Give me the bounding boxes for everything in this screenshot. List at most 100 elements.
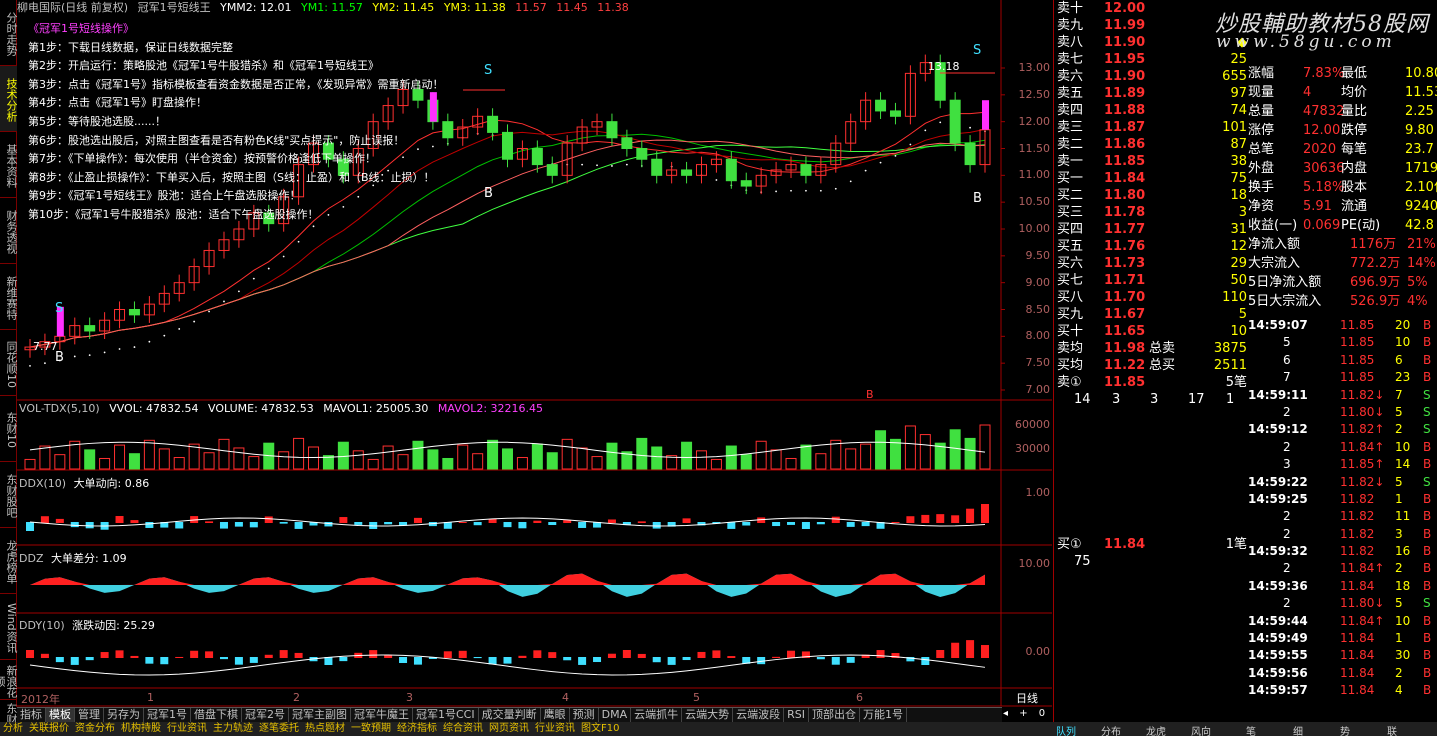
- vol-bar-23: [367, 458, 379, 470]
- bid-row-6[interactable]: 买七 11.71 50: [1054, 272, 1247, 289]
- footer-item-7[interactable]: 热点题材: [302, 722, 348, 736]
- footer-item-1[interactable]: 关联报价: [26, 722, 72, 736]
- template-tab-19[interactable]: 万能1号: [860, 708, 907, 722]
- ddx-bar-15: [249, 522, 258, 528]
- footer-item-13[interactable]: 图文F10: [578, 722, 622, 736]
- template-tab-0[interactable]: 指标: [17, 708, 46, 722]
- right-tab-4[interactable]: 笔: [1246, 723, 1256, 736]
- template-tab-17[interactable]: RSI: [784, 708, 809, 722]
- ask-price: 11.87: [1104, 120, 1146, 135]
- template-tab-11[interactable]: 鹰眼: [541, 708, 570, 722]
- stat-row-12: 5日大宗流入 526.9万 4%: [1245, 292, 1437, 311]
- footer-item-9[interactable]: 经济指标: [394, 722, 440, 736]
- bid-row-8[interactable]: 买九 11.67 5: [1054, 306, 1247, 323]
- template-tab-3[interactable]: 另存为: [104, 708, 144, 722]
- tape-row-12: 2 11.82 3 B: [1245, 526, 1437, 543]
- footer-item-11[interactable]: 网页资讯: [486, 722, 532, 736]
- scroll-buttons[interactable]: ◂ + 0: [1003, 708, 1051, 722]
- buy1-label: 买①: [1057, 537, 1082, 552]
- right-tab-7[interactable]: 联: [1387, 723, 1397, 736]
- right-tab-5[interactable]: 细: [1293, 723, 1303, 736]
- tape-14-3: B: [1423, 561, 1432, 576]
- right-tab-0[interactable]: 队列: [1056, 723, 1076, 736]
- footer-item-6[interactable]: 逐笔委托: [256, 722, 302, 736]
- footer-item-3[interactable]: 机构持股: [118, 722, 164, 736]
- scroll-zero[interactable]: 0: [1039, 708, 1045, 719]
- bid-row-7[interactable]: 买八 11.70 110: [1054, 289, 1247, 306]
- footer-item-10[interactable]: 综合资讯: [440, 722, 486, 736]
- tape-0-3: B: [1423, 318, 1432, 332]
- stat-12-0: 5日大宗流入: [1248, 294, 1322, 309]
- bid-row-1[interactable]: 买二 11.80 18: [1054, 187, 1247, 204]
- template-tab-4[interactable]: 冠军1号: [144, 708, 191, 722]
- right-tab-2[interactable]: 龙虎: [1146, 723, 1166, 736]
- template-tab-7[interactable]: 冠军主副图: [289, 708, 351, 722]
- stat-row-6: 换手5.18%股本2.10亿: [1245, 178, 1437, 197]
- period-label[interactable]: 日线: [1003, 690, 1051, 706]
- template-tab-8[interactable]: 冠军牛魔王: [351, 708, 413, 722]
- ask-row-9[interactable]: 卖一 11.85 38: [1054, 153, 1247, 170]
- template-tab-18[interactable]: 顶部出仓: [809, 708, 860, 722]
- high-label: 13.18: [928, 60, 960, 73]
- template-tab-15[interactable]: 云端大势: [682, 708, 734, 722]
- footer-item-5[interactable]: 主力轨迹: [210, 722, 256, 736]
- ask-row-6[interactable]: 卖四 11.88 74: [1054, 102, 1247, 119]
- footer-item-4[interactable]: 行业资讯: [164, 722, 210, 736]
- template-tab-16[interactable]: 云端波段: [733, 708, 785, 722]
- bid-price: 11.76: [1104, 239, 1146, 254]
- ask-row-3[interactable]: 卖七 11.95 25: [1054, 51, 1247, 68]
- template-tab-5[interactable]: 借盘下棋: [191, 708, 242, 722]
- trail-dot-63: [969, 126, 971, 129]
- ddx-bar-32: [503, 522, 512, 528]
- bid-row-2[interactable]: 买三 11.78 3: [1054, 204, 1247, 221]
- template-tab-9[interactable]: 冠军1号CCI: [413, 708, 479, 722]
- trail-dot-14: [238, 290, 240, 293]
- bid-row-3[interactable]: 买四 11.77 31: [1054, 221, 1247, 238]
- candle-47: [725, 158, 737, 182]
- trail-dot-8: [148, 340, 151, 343]
- right-tab-3[interactable]: 风向: [1191, 723, 1211, 736]
- trail-dot-40: [625, 163, 628, 166]
- template-tab-10[interactable]: 成交量判断: [479, 708, 541, 722]
- template-tab-1[interactable]: 模板: [46, 708, 75, 722]
- ask-row-8[interactable]: 卖二 11.86 87: [1054, 136, 1247, 153]
- bid-row-4[interactable]: 买五 11.76 12: [1054, 238, 1247, 255]
- footer-item-2[interactable]: 资金分布: [72, 722, 118, 736]
- stat-row-5: 外盘30636内盘17196: [1245, 159, 1437, 178]
- scroll-left-icon[interactable]: ◂: [1003, 708, 1008, 719]
- bid-row-9[interactable]: 买十 11.65 10: [1054, 323, 1247, 340]
- stat-8-2: PE(动): [1341, 218, 1381, 233]
- tape-2-2: 6: [1395, 352, 1403, 367]
- bid-price: 11.71: [1104, 273, 1146, 288]
- stat-4-3: 23.7: [1405, 142, 1434, 157]
- ddy-header: DDY(10) 涨跌动因: 25.29: [19, 617, 155, 633]
- tape-row-4: 14:59:11 11.82↓ 7 S: [1245, 387, 1437, 404]
- bid-row-5[interactable]: 买六 11.73 29: [1054, 255, 1247, 272]
- footer-item-0[interactable]: 分析: [0, 722, 26, 736]
- ask-row-5[interactable]: 卖五 11.89 97: [1054, 85, 1247, 102]
- vol-bar-8: [143, 439, 155, 470]
- ask-row-7[interactable]: 卖三 11.87 101: [1054, 119, 1247, 136]
- footer-item-8[interactable]: 一致预期: [348, 722, 394, 736]
- stat-row-3: 涨停 12.00 跌停 9.80: [1245, 121, 1437, 140]
- ask-row-4[interactable]: 卖六 11.90 655: [1054, 68, 1247, 85]
- footer-item-12[interactable]: 行业资讯: [532, 722, 578, 736]
- template-tab-6[interactable]: 冠军2号: [242, 708, 289, 722]
- avg-buy-price: 11.22: [1104, 358, 1146, 373]
- trail-dot-57: [879, 161, 882, 164]
- ddy-bar-8: [145, 657, 154, 664]
- tape-1-0: 5: [1283, 335, 1291, 350]
- template-tab-2[interactable]: 管理: [75, 708, 104, 722]
- template-tab-14[interactable]: 云端抓牛: [631, 708, 683, 722]
- tape-row-15: 14:59:36 11.84 18 B: [1245, 578, 1437, 595]
- template-tab-12[interactable]: 预测: [570, 708, 599, 722]
- scroll-plus-icon[interactable]: +: [1019, 708, 1027, 719]
- template-tab-13[interactable]: DMA: [599, 708, 632, 722]
- ddx-bar-56: [861, 522, 870, 527]
- right-tab-1[interactable]: 分布: [1101, 723, 1121, 736]
- bid-row-0[interactable]: 买一 11.84 75: [1054, 170, 1247, 187]
- bid-label: 买六: [1057, 256, 1084, 271]
- stat-3-3: 9.80: [1405, 123, 1434, 138]
- right-tab-6[interactable]: 势: [1340, 723, 1350, 736]
- ddx-bar-18: [294, 522, 303, 529]
